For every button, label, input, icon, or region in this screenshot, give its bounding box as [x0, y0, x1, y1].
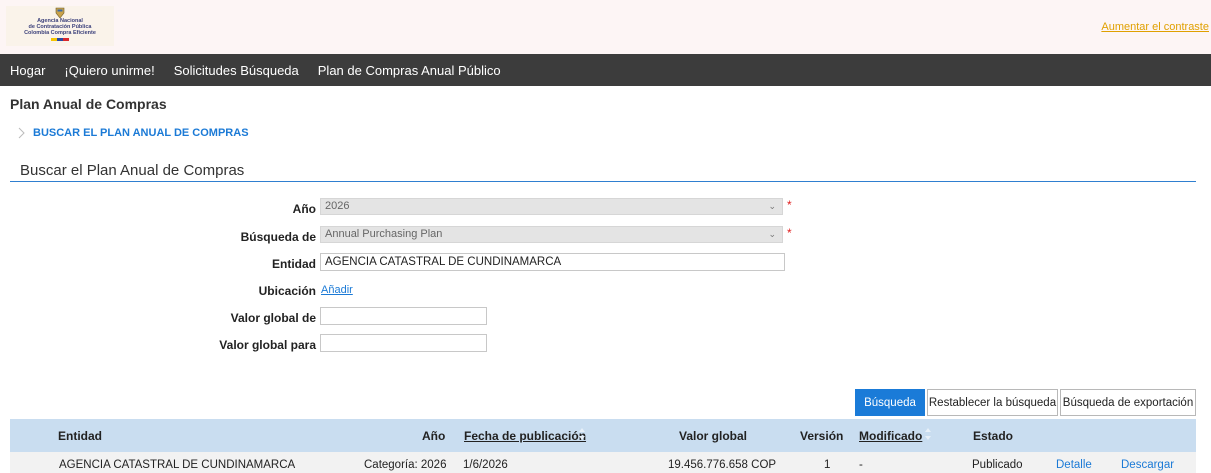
- reset-search-button[interactable]: Restablecer la búsqueda: [927, 389, 1058, 416]
- download-link[interactable]: Descargar: [1121, 459, 1174, 471]
- search-by-select[interactable]: Annual Purchasing Plan ⌄: [320, 226, 783, 243]
- value-from-row: Valor global de: [0, 307, 1211, 331]
- col-global-value: Valor global: [679, 429, 748, 443]
- year-value: 2026: [325, 200, 350, 212]
- cell-version: 1: [824, 459, 831, 471]
- breadcrumb-current[interactable]: BUSCAR EL PLAN ANUAL DE COMPRAS: [33, 127, 249, 139]
- search-by-label: Búsqueda de: [240, 230, 316, 244]
- value-from-input[interactable]: [320, 307, 487, 325]
- cell-global-value: 19.456.776.658 COP: [668, 459, 777, 471]
- table-row: AGENCIA CATASTRAL DE CUNDINAMARCA Catego…: [10, 452, 1196, 473]
- nav-item-join[interactable]: ¡Quiero unirme!: [64, 63, 154, 78]
- required-marker: *: [787, 198, 792, 212]
- year-row: Año 2026 ⌄ *: [0, 198, 1211, 222]
- col-modified[interactable]: Modificado: [859, 429, 922, 443]
- entity-row: Entidad AGENCIA CATASTRAL DE CUNDINAMARC…: [0, 253, 1211, 277]
- detail-link[interactable]: Detalle: [1056, 459, 1092, 471]
- breadcrumb: BUSCAR EL PLAN ANUAL DE COMPRAS: [18, 127, 249, 139]
- col-version: Versión: [800, 429, 844, 443]
- value-to-row: Valor global para: [0, 334, 1211, 358]
- search-by-row: Búsqueda de Annual Purchasing Plan ⌄ *: [0, 226, 1211, 250]
- main-navbar: Hogar ¡Quiero unirme! Solicitudes Búsque…: [0, 54, 1211, 86]
- cell-modified: -: [859, 459, 863, 471]
- search-by-value: Annual Purchasing Plan: [325, 228, 443, 240]
- logo-line-3: Colombia Compra Eficiente: [24, 30, 96, 36]
- year-select[interactable]: 2026 ⌄: [320, 198, 783, 215]
- section-title: Buscar el Plan Anual de Compras: [20, 162, 245, 179]
- nav-item-requests-search[interactable]: Solicitudes Búsqueda: [174, 63, 299, 78]
- search-button[interactable]: Búsqueda: [855, 389, 925, 416]
- cell-status: Publicado: [972, 459, 1023, 471]
- entity-input[interactable]: AGENCIA CATASTRAL DE CUNDINAMARCA: [320, 253, 785, 271]
- cell-year: Categoría: 2026: [364, 459, 447, 471]
- page-title: Plan Anual de Compras: [10, 96, 167, 112]
- chevron-down-icon: ⌄: [768, 229, 776, 239]
- flag-stripe: [51, 38, 69, 41]
- value-to-label: Valor global para: [219, 338, 316, 352]
- col-entity: Entidad: [58, 429, 102, 443]
- col-year: Año: [422, 429, 446, 443]
- top-header: Agencia Nacional de Contratación Pública…: [0, 0, 1211, 54]
- results-table-header: Entidad Año Fecha de publicación Valor g…: [10, 419, 1196, 452]
- required-marker: *: [787, 226, 792, 240]
- entity-label: Entidad: [272, 257, 316, 271]
- export-search-button[interactable]: Búsqueda de exportación: [1060, 389, 1196, 416]
- sort-icon[interactable]: [578, 425, 586, 443]
- chevron-right-icon: [18, 127, 25, 139]
- col-published-date[interactable]: Fecha de publicación: [464, 429, 586, 443]
- location-row: Ubicación Añadir: [0, 280, 1211, 304]
- value-to-input[interactable]: [320, 334, 487, 352]
- cell-published-date: 1/6/2026: [463, 459, 508, 471]
- chevron-down-icon: ⌄: [768, 201, 776, 211]
- coat-of-arms-icon: [55, 7, 65, 18]
- add-location-link[interactable]: Añadir: [321, 284, 353, 296]
- sort-icon[interactable]: [924, 425, 932, 443]
- section-divider: [10, 181, 1196, 182]
- value-from-label: Valor global de: [230, 311, 316, 325]
- year-label: Año: [292, 202, 316, 216]
- location-label: Ubicación: [258, 284, 316, 298]
- cell-entity: AGENCIA CATASTRAL DE CUNDINAMARCA: [59, 459, 296, 471]
- nav-item-home[interactable]: Hogar: [10, 63, 45, 78]
- nav-item-annual-plan[interactable]: Plan de Compras Anual Público: [318, 63, 501, 78]
- increase-contrast-link[interactable]: Aumentar el contraste: [1101, 21, 1209, 33]
- agency-logo[interactable]: Agencia Nacional de Contratación Pública…: [6, 6, 114, 46]
- col-status: Estado: [973, 429, 1014, 443]
